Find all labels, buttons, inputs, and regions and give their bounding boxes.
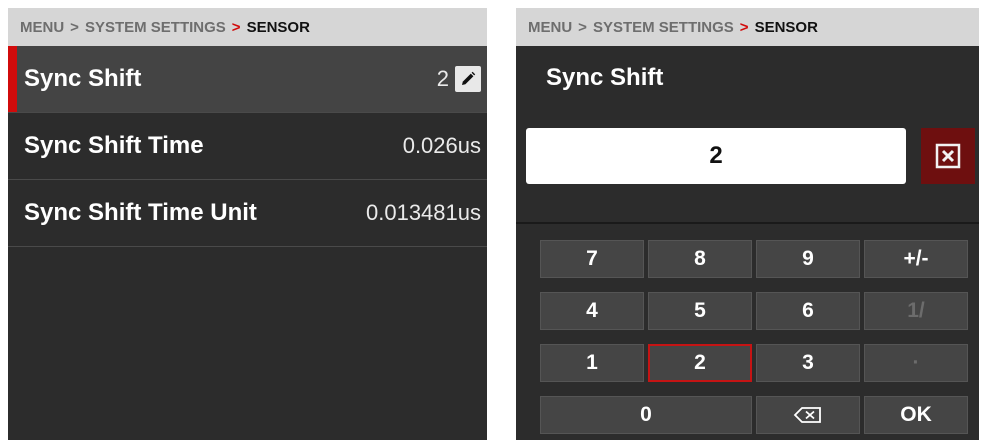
setting-value-group: 2 <box>437 66 481 92</box>
clear-x-icon <box>935 143 961 169</box>
setting-value: 0.013481us <box>366 200 481 225</box>
setting-value: 0.026us <box>402 133 481 158</box>
input-area: 2 <box>516 90 979 224</box>
key-6[interactable]: 6 <box>756 292 860 330</box>
clear-button[interactable] <box>921 128 975 184</box>
settings-panel: MENU > SYSTEM SETTINGS > SENSOR Sync Shi… <box>8 8 487 440</box>
setting-row-sync-shift-time[interactable]: Sync Shift Time 0.026us <box>8 113 487 180</box>
breadcrumb: MENU > SYSTEM SETTINGS > SENSOR <box>516 8 979 46</box>
breadcrumb-system-settings[interactable]: SYSTEM SETTINGS <box>593 19 734 36</box>
breadcrumb: MENU > SYSTEM SETTINGS > SENSOR <box>8 8 487 46</box>
setting-label: Sync Shift Time Unit <box>24 199 257 226</box>
backspace-icon <box>793 407 821 423</box>
setting-row-sync-shift-time-unit[interactable]: Sync Shift Time Unit 0.013481us <box>8 180 487 247</box>
key-1[interactable]: 1 <box>540 344 644 382</box>
breadcrumb-separator: > <box>578 18 587 36</box>
key-9[interactable]: 9 <box>756 240 860 278</box>
breadcrumb-menu[interactable]: MENU <box>528 19 572 36</box>
selection-indicator <box>8 46 17 112</box>
keypad-panel: MENU > SYSTEM SETTINGS > SENSOR Sync Shi… <box>516 8 979 440</box>
key-ok[interactable]: OK <box>864 396 968 434</box>
breadcrumb-separator-active: > <box>739 18 749 36</box>
key-7[interactable]: 7 <box>540 240 644 278</box>
breadcrumb-current: SENSOR <box>754 18 818 36</box>
value-input[interactable]: 2 <box>526 128 906 184</box>
edit-button[interactable] <box>455 66 481 92</box>
key-3[interactable]: 3 <box>756 344 860 382</box>
setting-label: Sync Shift <box>24 65 142 92</box>
key-2[interactable]: 2 <box>648 344 752 382</box>
key-decimal: · <box>864 344 968 382</box>
key-8[interactable]: 8 <box>648 240 752 278</box>
setting-row-sync-shift[interactable]: Sync Shift 2 <box>8 46 487 113</box>
key-0[interactable]: 0 <box>540 396 752 434</box>
breadcrumb-menu[interactable]: MENU <box>20 19 64 36</box>
setting-value: 2 <box>436 66 449 91</box>
breadcrumb-separator: > <box>70 18 79 36</box>
backspace-button[interactable] <box>756 396 860 434</box>
breadcrumb-current: SENSOR <box>246 18 310 36</box>
breadcrumb-separator-active: > <box>231 18 241 36</box>
setting-label: Sync Shift Time <box>24 132 204 159</box>
key-fraction: 1/ <box>864 292 968 330</box>
breadcrumb-system-settings[interactable]: SYSTEM SETTINGS <box>85 19 226 36</box>
key-5[interactable]: 5 <box>648 292 752 330</box>
key-plus-minus[interactable]: +/- <box>864 240 968 278</box>
key-4[interactable]: 4 <box>540 292 644 330</box>
pencil-icon <box>462 71 476 85</box>
